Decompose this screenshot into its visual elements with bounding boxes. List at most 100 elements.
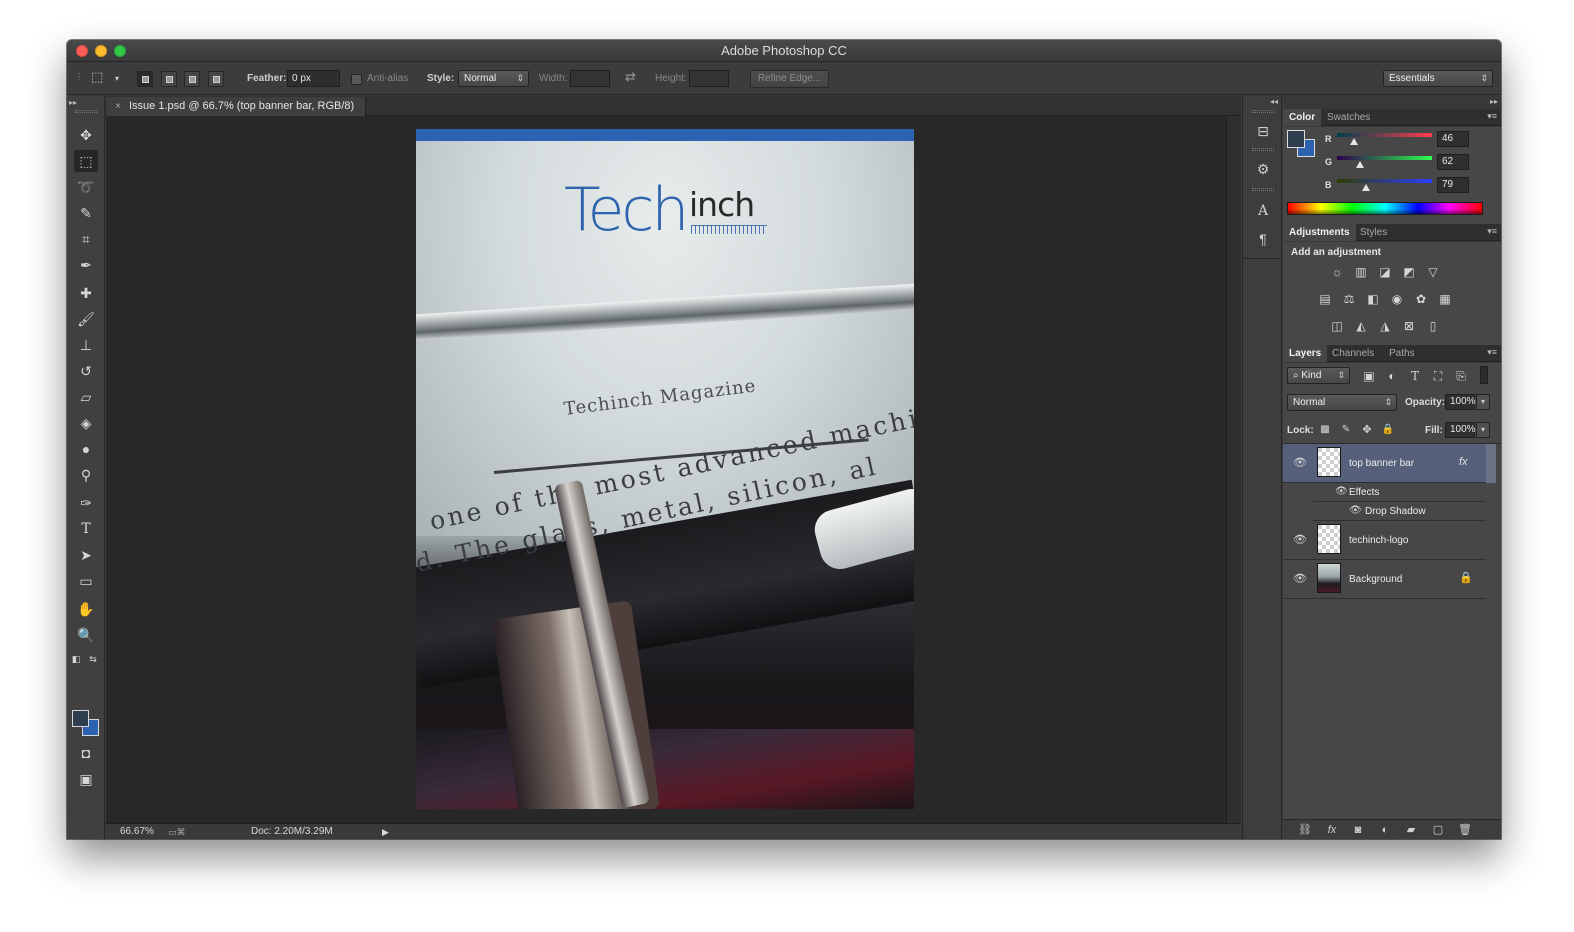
g-slider[interactable]: [1337, 156, 1432, 160]
b-slider-thumb[interactable]: [1362, 184, 1371, 191]
filter-toggle[interactable]: [1480, 366, 1488, 384]
fill-dropdown-icon[interactable]: ▾: [1476, 422, 1490, 438]
lock-transparent-icon[interactable]: ▩: [1317, 422, 1333, 438]
style-select[interactable]: Normal: [458, 70, 529, 87]
canvas-artboard[interactable]: Tech inch Techinch Magazine one of the m…: [416, 129, 914, 809]
antialias-checkbox[interactable]: [351, 74, 362, 85]
fx-badge[interactable]: fx: [1459, 456, 1468, 468]
posterize-icon[interactable]: ◭: [1353, 318, 1369, 334]
new-adjustment-layer-icon[interactable]: ◐: [1377, 822, 1393, 838]
layer-drop-shadow-row[interactable]: 👁 Drop Shadow: [1313, 502, 1486, 521]
g-value-input[interactable]: 62: [1437, 154, 1469, 170]
swap-colors-icon[interactable]: ⇆: [87, 648, 99, 670]
tab-styles[interactable]: Styles: [1354, 224, 1393, 241]
collapse-strip-icon[interactable]: ◂◂: [1270, 97, 1278, 106]
layer-row-top-banner-bar[interactable]: 👁 top banner bar fx: [1283, 444, 1486, 483]
layer-name[interactable]: top banner bar: [1349, 458, 1414, 469]
opacity-dropdown-icon[interactable]: ▾: [1476, 394, 1490, 410]
photo-filter-icon[interactable]: ◉: [1389, 291, 1405, 307]
layer-lock-icon[interactable]: 🔒: [1459, 571, 1473, 584]
minimize-window-button[interactable]: [95, 45, 107, 57]
lasso-tool-icon[interactable]: ➰: [74, 176, 98, 198]
layer-effects-row[interactable]: 👁 Effects: [1313, 483, 1486, 502]
strip-grip[interactable]: [1252, 148, 1274, 151]
eyedropper-tool-icon[interactable]: ✒: [74, 254, 98, 276]
swap-width-height-icon[interactable]: ⇄: [625, 69, 636, 85]
color-lookup-icon[interactable]: ▦: [1437, 291, 1453, 307]
strip-grip[interactable]: [1252, 188, 1274, 191]
channel-mixer-icon[interactable]: ✿: [1413, 291, 1429, 307]
layers-panel-menu-icon[interactable]: ▾≡: [1487, 347, 1497, 358]
visibility-eye-icon[interactable]: 👁: [1293, 572, 1307, 585]
delete-layer-icon[interactable]: 🗑: [1457, 822, 1473, 838]
adjustments-panel-menu-icon[interactable]: ▾≡: [1487, 226, 1497, 237]
lock-all-icon[interactable]: 🔒: [1380, 422, 1396, 438]
add-mask-icon[interactable]: ◙: [1350, 822, 1366, 838]
screen-mode-icon[interactable]: ▣: [74, 768, 98, 790]
effects-eye-icon[interactable]: 👁: [1335, 486, 1348, 497]
blend-mode-select[interactable]: Normal: [1287, 394, 1397, 411]
layer-row-background[interactable]: 👁 Background 🔒: [1283, 560, 1486, 599]
tab-swatches[interactable]: Swatches: [1321, 109, 1376, 126]
layer-row-techinch-logo[interactable]: 👁 techinch-logo: [1283, 521, 1486, 560]
filter-shape-icon[interactable]: ⛶: [1430, 368, 1446, 384]
black-white-icon[interactable]: ◧: [1365, 291, 1381, 307]
layer-scroll-thumb[interactable]: [1486, 444, 1496, 483]
refine-edge-button[interactable]: Refine Edge...: [750, 70, 829, 88]
lock-image-icon[interactable]: ✎: [1338, 422, 1354, 438]
collapse-panels-icon[interactable]: ▸▸: [1490, 97, 1498, 106]
visibility-eye-icon[interactable]: 👁: [1293, 533, 1307, 546]
zoom-tool-icon[interactable]: 🔍: [74, 624, 98, 646]
paint-bucket-tool-icon[interactable]: ◈: [74, 412, 98, 434]
close-tab-icon[interactable]: ×: [115, 97, 121, 116]
foreground-color-swatch[interactable]: [72, 710, 89, 727]
fill-input[interactable]: 100%: [1445, 422, 1476, 438]
zoom-level[interactable]: 66.67%: [120, 825, 154, 839]
r-value-input[interactable]: 46: [1437, 131, 1469, 147]
close-window-button[interactable]: [76, 45, 88, 57]
new-selection-button[interactable]: [137, 71, 153, 87]
hue-saturation-icon[interactable]: ▤: [1317, 291, 1333, 307]
chevron-down-icon[interactable]: ▾: [115, 71, 119, 87]
layer-name[interactable]: techinch-logo: [1349, 535, 1408, 546]
g-slider-thumb[interactable]: [1356, 161, 1365, 168]
paragraph-panel-icon[interactable]: ¶: [1251, 228, 1275, 250]
color-spectrum-ramp[interactable]: [1287, 202, 1483, 215]
tab-paths[interactable]: Paths: [1383, 345, 1421, 362]
r-slider-thumb[interactable]: [1350, 138, 1359, 145]
tools-grip[interactable]: [75, 110, 97, 113]
brightness-contrast-icon[interactable]: ☼: [1329, 264, 1345, 280]
curves-icon[interactable]: ◪: [1377, 264, 1393, 280]
hand-tool-icon[interactable]: ✋: [74, 598, 98, 620]
tab-adjustments[interactable]: Adjustments: [1283, 224, 1356, 241]
marquee-tool-icon[interactable]: ⬚: [74, 150, 98, 172]
character-panel-icon[interactable]: A: [1251, 200, 1275, 222]
type-tool-icon[interactable]: T: [74, 518, 98, 540]
brush-tool-icon[interactable]: 🖌: [74, 308, 98, 330]
tab-color[interactable]: Color: [1283, 109, 1322, 126]
add-layer-style-icon[interactable]: fx: [1324, 822, 1340, 838]
subtract-selection-button[interactable]: [184, 71, 200, 87]
opacity-input[interactable]: 100%: [1445, 394, 1476, 410]
new-layer-icon[interactable]: ▢: [1430, 822, 1446, 838]
width-input[interactable]: [570, 70, 610, 87]
lock-position-icon[interactable]: ✥: [1359, 422, 1375, 438]
b-value-input[interactable]: 79: [1437, 177, 1469, 193]
pen-tool-icon[interactable]: ✑: [74, 492, 98, 514]
filter-type-icon[interactable]: T: [1407, 368, 1423, 384]
history-brush-tool-icon[interactable]: ↺: [74, 360, 98, 382]
drop-shadow-eye-icon[interactable]: 👁: [1349, 505, 1362, 516]
filter-smart-object-icon[interactable]: ⎘: [1453, 368, 1469, 384]
color-fg-swatch[interactable]: [1287, 130, 1305, 148]
visibility-eye-icon[interactable]: 👁: [1293, 456, 1307, 469]
quick-selection-tool-icon[interactable]: ✎: [74, 202, 98, 224]
clone-stamp-tool-icon[interactable]: ⊥: [74, 334, 98, 356]
status-info-icon[interactable]: ▭⌘: [168, 825, 186, 839]
eraser-tool-icon[interactable]: ▱: [74, 386, 98, 408]
b-slider[interactable]: [1337, 179, 1432, 183]
status-menu-arrow-icon[interactable]: ▶: [382, 825, 389, 839]
intersect-selection-button[interactable]: [208, 71, 224, 87]
zoom-window-button[interactable]: [114, 45, 126, 57]
filter-pixel-icon[interactable]: ▣: [1361, 368, 1377, 384]
threshold-icon[interactable]: ◮: [1377, 318, 1393, 334]
